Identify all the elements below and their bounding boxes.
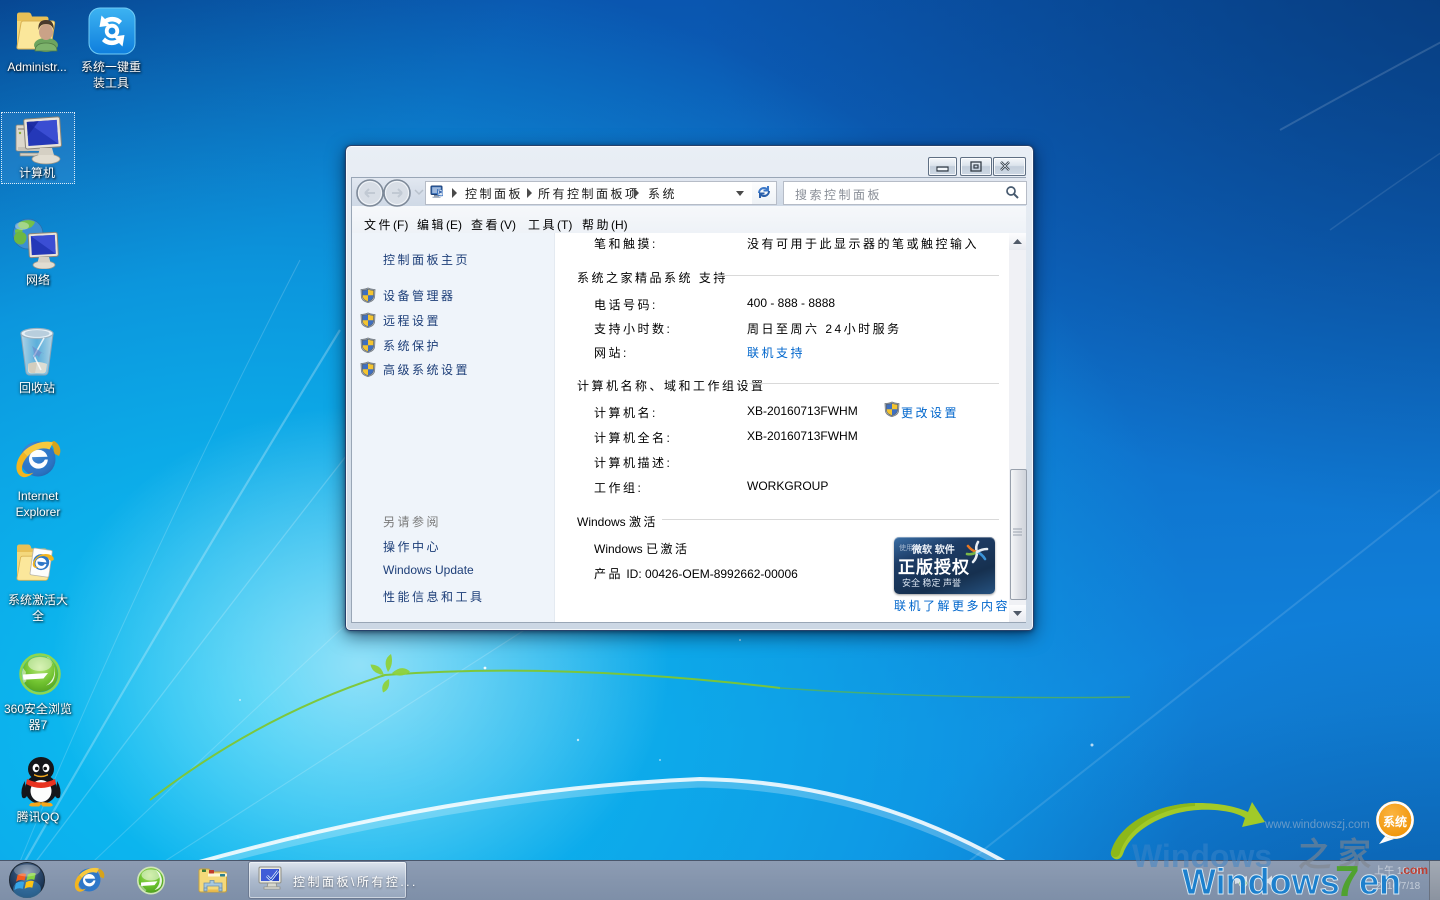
svg-text:.com: .com <box>1400 863 1428 877</box>
svg-text:www.windowszj.com: www.windowszj.com <box>1264 819 1370 831</box>
svg-text:en: en <box>1359 861 1401 900</box>
svg-text:Windows: Windows <box>1182 861 1340 900</box>
svg-text:7: 7 <box>1335 857 1359 900</box>
